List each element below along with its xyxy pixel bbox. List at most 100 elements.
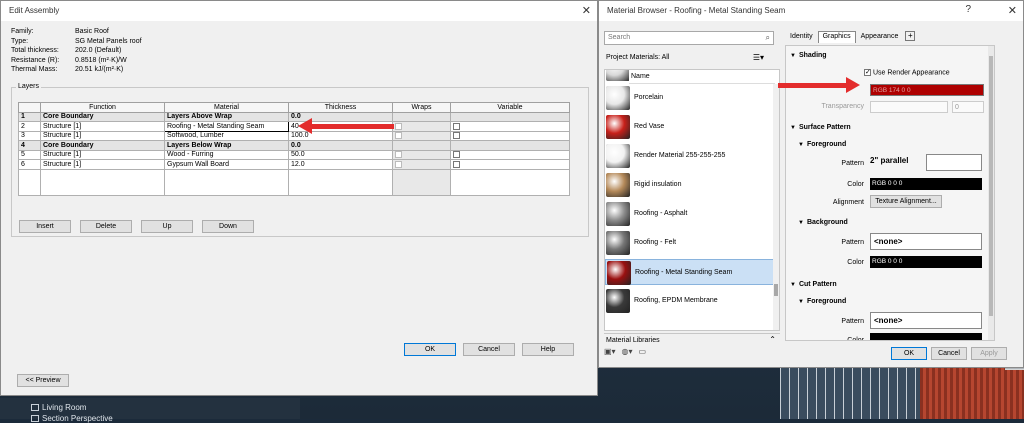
prop-row: Type: SG Metal Panels roof bbox=[11, 37, 142, 45]
close-icon[interactable]: ✕ bbox=[1008, 4, 1017, 17]
texture-alignment-button[interactable]: Texture Alignment... bbox=[870, 195, 942, 208]
arrow-head bbox=[298, 118, 312, 134]
bottom-tools bbox=[604, 349, 644, 363]
cancel-button[interactable]: Cancel bbox=[931, 347, 967, 360]
surface-bg-pattern[interactable]: <none> bbox=[870, 233, 982, 250]
material-libraries-header[interactable]: Material Libraries ⌃ bbox=[604, 333, 780, 347]
cancel-button[interactable]: Cancel bbox=[463, 343, 515, 356]
tab-appearance[interactable]: Appearance bbox=[856, 31, 904, 43]
shading-color-swatch[interactable]: RGB 174 0 0 bbox=[870, 84, 984, 96]
insert-button[interactable]: Insert bbox=[19, 220, 71, 233]
use-render-checkbox-row[interactable]: ✓ Use Render Appearance bbox=[864, 69, 950, 76]
variable-checkbox[interactable] bbox=[453, 151, 460, 159]
table-row[interactable]: 5 Structure [1] Wood - Furring 50.0 bbox=[18, 149, 570, 160]
cut-fg-color[interactable] bbox=[870, 333, 982, 340]
material-list-item[interactable]: Red Vase bbox=[605, 114, 775, 140]
assembly-properties: Family: Basic Roof Type: SG Metal Panels r… bbox=[11, 28, 142, 76]
table-row[interactable]: 2 Structure [1] Roofing - Metal Standing… bbox=[18, 121, 570, 132]
ok-button[interactable]: OK bbox=[891, 347, 927, 360]
wraps-checkbox[interactable] bbox=[395, 160, 402, 168]
add-tab-button[interactable]: + bbox=[905, 31, 916, 41]
wraps-checkbox[interactable] bbox=[395, 151, 402, 159]
surface-fg-pattern[interactable]: 2" parallel bbox=[870, 156, 908, 165]
ok-button[interactable]: OK bbox=[404, 343, 456, 356]
prop-row: Resistance (R): 0.8518 (m²·K)/W bbox=[11, 56, 127, 64]
help-icon[interactable]: ? bbox=[965, 4, 971, 15]
color-label: Color bbox=[847, 337, 864, 341]
material-list-pane: Search ⌕ Project Materials: All ☰▾ Name … bbox=[604, 31, 780, 344]
edit-assembly-dialog: Edit Assembly ✕ Family: Basic Roof Type: S… bbox=[0, 0, 598, 396]
table-row[interactable]: 4 Core Boundary Layers Below Wrap 0.0 bbox=[18, 140, 570, 151]
transparency-label: Transparency bbox=[821, 103, 864, 110]
layers-label: Layers bbox=[16, 83, 42, 90]
column-header: Thickness bbox=[288, 102, 393, 113]
cut-fg-pattern[interactable]: <none> bbox=[870, 312, 982, 329]
material-cell-selected[interactable]: Roofing - Metal Standing Seam bbox=[164, 121, 289, 132]
pattern-preview[interactable] bbox=[926, 154, 982, 171]
apply-button[interactable]: Apply bbox=[971, 347, 1007, 360]
variable-checkbox[interactable] bbox=[453, 132, 460, 140]
surface-foreground-section[interactable]: ▼ Foreground bbox=[798, 141, 846, 148]
material-list-item[interactable]: Porcelain bbox=[605, 85, 775, 111]
close-icon[interactable]: ✕ bbox=[582, 4, 591, 17]
shading-section[interactable]: ▼ Shading bbox=[790, 52, 827, 59]
material-list-item[interactable]: Roofing - Metal Standing Seam bbox=[605, 259, 775, 285]
scrollbar[interactable] bbox=[988, 46, 994, 340]
pattern-label: Pattern bbox=[841, 160, 864, 167]
table-row-empty bbox=[18, 168, 570, 196]
search-input[interactable]: Search ⌕ bbox=[604, 31, 774, 45]
material-list: Name PochéPorcelainRed VaseRender Materi… bbox=[604, 69, 780, 331]
material-name: Red Vase bbox=[634, 123, 665, 130]
surface-fg-color[interactable]: RGB 0 0 0 bbox=[870, 178, 982, 190]
surface-bg-color[interactable]: RGB 0 0 0 bbox=[870, 256, 982, 268]
table-row[interactable]: 6 Structure [1] Gypsum Wall Board 12.0 bbox=[18, 159, 570, 170]
transparency-input[interactable]: 0 bbox=[952, 101, 984, 113]
material-list-item[interactable]: Rigid insulation bbox=[605, 172, 775, 198]
project-materials-filter[interactable]: Project Materials: All bbox=[606, 54, 669, 61]
wraps-checkbox[interactable] bbox=[395, 132, 402, 140]
column-header: Variable bbox=[450, 102, 570, 113]
delete-button[interactable]: Delete bbox=[80, 220, 132, 233]
pattern-label: Pattern bbox=[841, 239, 864, 246]
material-swatch-icon bbox=[606, 202, 630, 226]
table-row[interactable]: 3 Structure [1] Softwood, Lumber 100.0 bbox=[18, 130, 570, 141]
list-view-icon[interactable]: ☰▾ bbox=[753, 53, 764, 62]
browser-item-living-room[interactable]: Living Room bbox=[31, 403, 86, 412]
material-list-item[interactable]: Roofing, EPDM Membrane bbox=[605, 288, 775, 314]
material-list-item[interactable]: Roofing - Felt bbox=[605, 230, 775, 256]
tab-identity[interactable]: Identity bbox=[785, 31, 818, 43]
material-name: Roofing - Asphalt bbox=[634, 210, 688, 217]
graphics-panel: ▼ Shading ✓ Use Render Appearance RGB 174… bbox=[785, 45, 995, 341]
scroll-thumb[interactable] bbox=[989, 56, 993, 316]
material-name: Porcelain bbox=[634, 94, 664, 101]
scrollbar[interactable] bbox=[773, 84, 779, 330]
color-label: Color bbox=[847, 181, 864, 188]
down-button[interactable]: Down bbox=[202, 220, 254, 233]
variable-checkbox[interactable] bbox=[453, 122, 460, 130]
variable-checkbox[interactable] bbox=[453, 160, 460, 168]
preview-button[interactable]: << Preview bbox=[17, 374, 69, 387]
scroll-thumb[interactable] bbox=[774, 284, 778, 296]
pattern-label: Pattern bbox=[841, 318, 864, 325]
material-list-item[interactable]: Roofing - Asphalt bbox=[605, 201, 775, 227]
column-header: Wraps bbox=[392, 102, 451, 113]
collapse-triangle-icon: ▼ bbox=[790, 53, 796, 59]
layers-group: Layers Function Material Thickness Wraps… bbox=[11, 83, 589, 237]
surface-pattern-section[interactable]: ▼ Surface Pattern bbox=[790, 124, 851, 131]
tab-graphics[interactable]: Graphics bbox=[817, 31, 856, 43]
cut-foreground-section[interactable]: ▼ Foreground bbox=[798, 298, 846, 305]
material-editor-pane: Identity Graphics Appearance + ▼ Shading … bbox=[785, 31, 1003, 341]
material-browser-dialog: Material Browser - Roofing - Metal Stand… bbox=[598, 0, 1024, 368]
table-row[interactable]: 1 Core Boundary Layers Above Wrap 0.0 bbox=[18, 111, 570, 122]
use-render-checkbox[interactable]: ✓ bbox=[864, 69, 871, 76]
surface-background-section[interactable]: ▼ Background bbox=[798, 219, 848, 226]
cut-pattern-section[interactable]: ▼ Cut Pattern bbox=[790, 281, 837, 288]
name-column-header[interactable]: Name bbox=[629, 70, 775, 84]
up-button[interactable]: Up bbox=[141, 220, 193, 233]
material-list-item[interactable]: Render Material 255-255-255 bbox=[605, 143, 775, 169]
editor-tabs: Identity Graphics Appearance + bbox=[785, 31, 916, 43]
chevron-up-icon[interactable]: ⌃ bbox=[769, 335, 776, 344]
wraps-checkbox[interactable] bbox=[395, 122, 402, 130]
help-button[interactable]: Help bbox=[522, 343, 574, 356]
transparency-slider[interactable] bbox=[870, 101, 948, 113]
